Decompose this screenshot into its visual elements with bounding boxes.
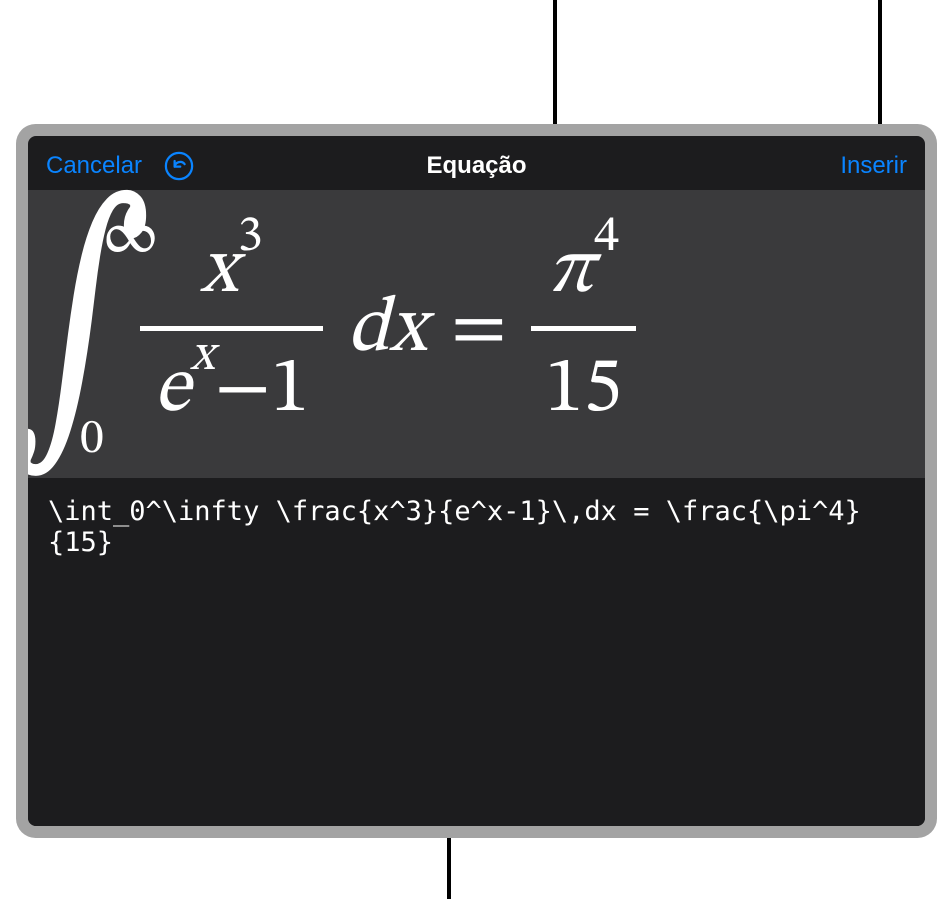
numerator-base: x — [200, 232, 237, 310]
denominator-exponent: x — [190, 331, 214, 382]
differential: dx — [347, 281, 426, 379]
result-denominator: 15 — [531, 326, 636, 439]
insert-button[interactable]: Inserir — [840, 152, 907, 180]
undo-button[interactable] — [162, 149, 196, 183]
numerator-exponent: 3 — [238, 212, 263, 263]
equation-preview: ∫ ∞ 0 x3 ex−1 dx = π4 15 — [28, 190, 925, 478]
callout-line-preview — [553, 0, 557, 136]
integral-sign: ∫ ∞ 0 — [46, 200, 116, 460]
equation-dialog: Cancelar Equação Inserir ∫ ∞ 0 — [28, 136, 925, 826]
denominator-minus: − — [214, 351, 270, 429]
callout-line-insert — [878, 0, 882, 145]
latex-input[interactable] — [48, 496, 905, 808]
integrand-fraction: x3 ex−1 — [140, 222, 323, 439]
rendered-equation: ∫ ∞ 0 x3 ex−1 dx = π4 15 — [46, 200, 636, 460]
denominator-base: e — [154, 351, 190, 429]
result-fraction: π4 15 — [531, 222, 636, 439]
cancel-button[interactable]: Cancelar — [46, 152, 142, 180]
header-left-group: Cancelar — [46, 149, 196, 183]
denominator-constant: 1 — [271, 351, 310, 429]
result-num-base: π — [548, 232, 594, 310]
integral-lower-limit: 0 — [80, 410, 104, 470]
result-num-exponent: 4 — [594, 212, 619, 263]
integral-upper-limit: ∞ — [102, 200, 159, 275]
fraction-numerator: x3 — [188, 222, 274, 326]
equals-sign: = — [451, 281, 507, 379]
latex-input-area — [28, 478, 925, 826]
result-numerator: π4 — [536, 222, 631, 326]
integral-block: ∫ ∞ 0 — [46, 200, 116, 460]
undo-icon — [164, 151, 194, 181]
fraction-denominator: ex−1 — [140, 326, 323, 439]
dialog-title: Equação — [426, 152, 526, 180]
dialog-header: Cancelar Equação Inserir — [28, 136, 925, 190]
